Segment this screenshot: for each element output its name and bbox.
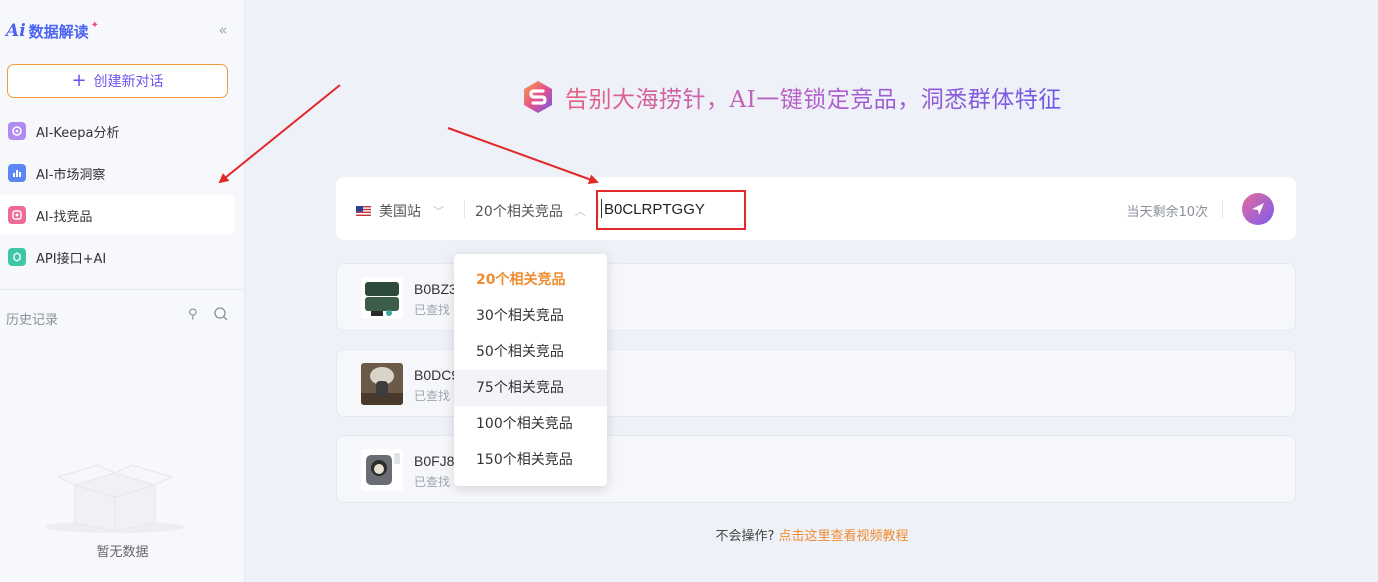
count-label: 20个相关竞品	[475, 204, 563, 220]
sidebar-item-keepa[interactable]: AI-Keepa分析	[0, 111, 235, 151]
dropdown-option[interactable]: 100个相关竞品	[454, 406, 607, 442]
dropdown-option[interactable]: 75个相关竞品	[454, 370, 607, 406]
sidebar-divider	[0, 289, 245, 290]
help-footer: 不会操作? 点击这里查看视频教程	[246, 525, 1378, 544]
asin-input[interactable]	[604, 199, 734, 219]
sparkle-icon: ✦	[90, 19, 100, 31]
history-title: 历史记录	[6, 313, 59, 328]
competitor-count-selector[interactable]: 20个相关竞品 ︿	[475, 201, 586, 221]
dropdown-option[interactable]: 20个相关竞品	[454, 262, 607, 298]
divider	[464, 200, 465, 218]
card-asin: B0FJ8	[414, 453, 455, 469]
sidebar-item-api[interactable]: API接口+AI	[0, 237, 235, 277]
hero-banner: 告别大海捞针，AI一键锁定竞品，洞悉群体特征	[522, 80, 1062, 114]
competitor-count-dropdown: 20个相关竞品 30个相关竞品 50个相关竞品 75个相关竞品 100个相关竞品…	[454, 254, 607, 486]
hero-title: 告别大海捞针，AI一键锁定竞品，洞悉群体特征	[565, 80, 1062, 114]
search-icon[interactable]	[213, 306, 229, 322]
new-chat-button[interactable]: + 创建新对话	[7, 64, 228, 98]
send-icon	[1252, 203, 1264, 215]
help-text: 不会操作?	[715, 529, 775, 544]
site-label: 美国站	[379, 204, 421, 220]
chevron-down-icon: ﹀	[433, 205, 444, 218]
competitor-icon	[8, 206, 26, 224]
site-selector[interactable]: 美国站 ﹀	[356, 201, 444, 221]
card-asin: B0BZ3	[414, 281, 457, 297]
product-thumbnail	[361, 449, 403, 491]
sidebar-item-label: AI-市场洞察	[36, 167, 106, 183]
brand-name: 数据解读	[28, 22, 89, 41]
main-content: 告别大海捞针，AI一键锁定竞品，洞悉群体特征 美国站 ﹀ 20个相关竞品 ︿ 当…	[246, 0, 1378, 582]
bar-chart-icon	[8, 164, 26, 182]
card-status: 已查找	[414, 303, 451, 317]
remaining-quota: 当天剩余10次	[1126, 205, 1208, 220]
sidebar-item-competitor[interactable]: AI-找竞品	[0, 195, 235, 235]
empty-state-text: 暂无数据	[96, 545, 149, 560]
brand-ai-mark: Ai	[6, 21, 26, 41]
chevron-up-icon: ︿	[574, 205, 586, 218]
dropdown-option[interactable]: 50个相关竞品	[454, 334, 607, 370]
brand-logo: Ai 数据解读 ✦	[6, 20, 99, 42]
video-tutorial-link[interactable]: 点击这里查看视频教程	[779, 529, 909, 544]
sidebar-item-market[interactable]: AI-市场洞察	[0, 153, 235, 193]
text-cursor	[601, 199, 602, 218]
sidebar-item-label: API接口+AI	[36, 251, 107, 267]
filter-icon[interactable]: ⚲	[188, 307, 198, 322]
sidebar: Ai 数据解读 ✦ « + 创建新对话 AI-Keepa分析 AI-市场洞察 A…	[0, 0, 245, 582]
plus-icon: +	[71, 70, 87, 91]
collapse-sidebar-icon[interactable]: «	[214, 21, 232, 39]
product-thumbnail	[361, 277, 403, 319]
us-flag-icon	[356, 206, 371, 216]
sidebar-item-label: AI-Keepa分析	[36, 125, 120, 141]
dropdown-option[interactable]: 30个相关竞品	[454, 298, 607, 334]
card-status: 已查找	[414, 475, 451, 489]
product-logo-icon	[524, 81, 552, 113]
product-thumbnail	[361, 363, 403, 405]
sidebar-item-label: AI-找竞品	[36, 209, 93, 225]
search-bar: 美国站 ﹀ 20个相关竞品 ︿ 当天剩余10次	[336, 177, 1296, 240]
divider	[1222, 200, 1223, 218]
new-chat-label: 创建新对话	[93, 74, 164, 90]
sidebar-nav: AI-Keepa分析 AI-市场洞察 AI-找竞品 API接口+AI	[0, 110, 245, 279]
empty-box-icon	[45, 464, 185, 533]
card-asin: B0DC9	[414, 367, 460, 383]
dropdown-option[interactable]: 150个相关竞品	[454, 442, 607, 478]
api-icon	[8, 248, 26, 266]
card-status: 已查找	[414, 389, 451, 403]
send-button[interactable]	[1242, 193, 1274, 225]
keepa-icon	[8, 122, 26, 140]
